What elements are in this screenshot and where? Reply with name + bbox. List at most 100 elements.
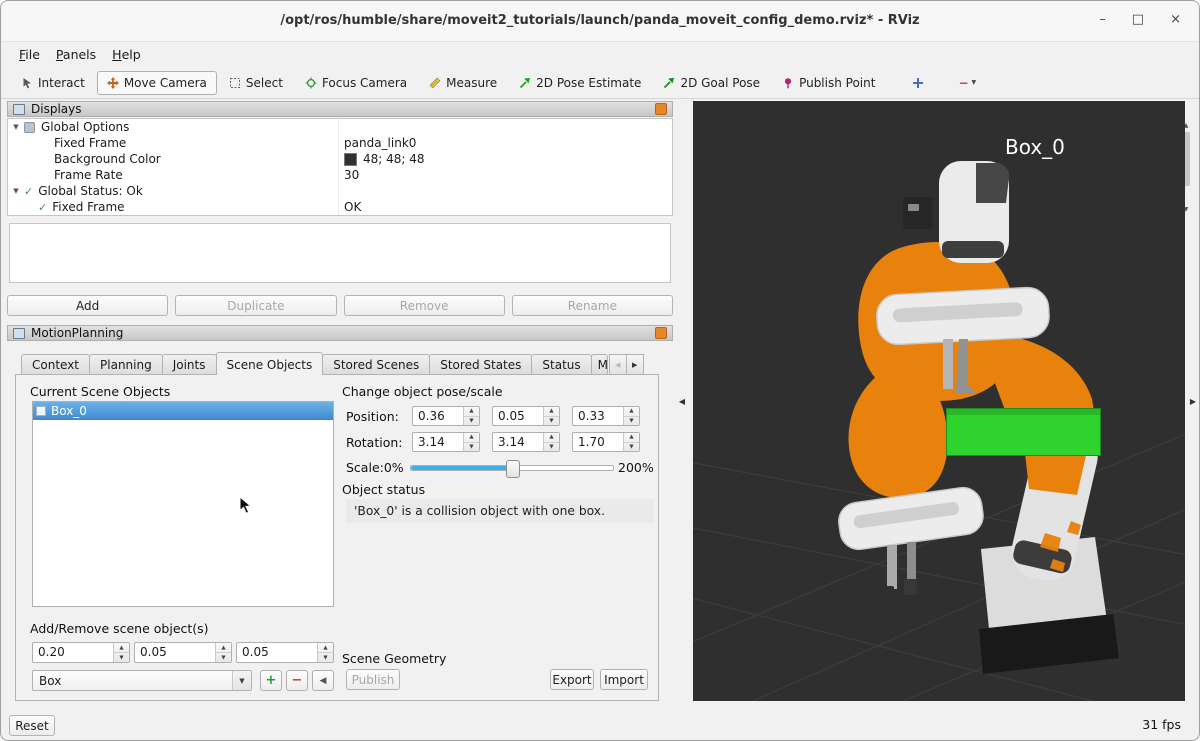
goal-pose-tool[interactable]: 2D Goal Pose (653, 71, 770, 95)
rotation-x-spinner[interactable]: 3.14 ▲▼ (412, 432, 480, 452)
dimension-y-spinner[interactable]: 0.05 ▲▼ (134, 642, 232, 663)
position-z-spinner[interactable]: 0.33 ▲▼ (572, 406, 640, 426)
position-x-spinner[interactable]: 0.36 ▲▼ (412, 406, 480, 426)
tree-row-frame-rate[interactable]: Frame Rate 30 (8, 167, 672, 183)
spin-up-icon[interactable]: ▲ (544, 407, 559, 417)
select-tool[interactable]: Select (219, 71, 293, 95)
spin-up-icon[interactable]: ▲ (216, 643, 231, 653)
spin-up-icon[interactable]: ▲ (464, 433, 479, 443)
measure-tool[interactable]: Measure (419, 71, 507, 95)
remove-tool-menu-button[interactable]: − ▼ (951, 73, 983, 93)
spin-up-icon[interactable]: ▲ (318, 643, 333, 653)
expander-icon[interactable]: ▼ (8, 187, 24, 195)
object-3d-label: Box_0 (1005, 135, 1065, 159)
close-button[interactable]: × (1170, 12, 1181, 27)
spin-down-icon[interactable]: ▼ (544, 443, 559, 452)
dimension-x-spinner[interactable]: 0.20 ▲▼ (32, 642, 130, 663)
menubar: File Panels Help (1, 41, 1199, 67)
collapse-left-panel-icon[interactable]: ◀ (676, 393, 688, 409)
pose-estimate-label: 2D Pose Estimate (536, 76, 641, 90)
import-button[interactable]: Import (600, 669, 648, 690)
menu-panels[interactable]: Panels (48, 44, 104, 65)
spin-down-icon[interactable]: ▼ (114, 653, 129, 662)
spin-down-icon[interactable]: ▼ (624, 417, 639, 426)
list-item-box0[interactable]: Box_0 (33, 402, 333, 420)
tab-status[interactable]: Status (531, 354, 591, 375)
shape-dropdown[interactable]: Box ▼ (32, 670, 252, 691)
collision-box (946, 408, 1101, 456)
spin-down-icon[interactable]: ▼ (624, 443, 639, 452)
focus-camera-tool[interactable]: Focus Camera (295, 71, 417, 95)
tab-scene-objects[interactable]: Scene Objects (216, 352, 324, 375)
fps-counter: 31 fps (1142, 717, 1181, 732)
pose-estimate-icon (519, 77, 531, 89)
load-object-button[interactable]: ◀ (312, 670, 334, 691)
slider-handle[interactable] (506, 460, 520, 478)
position-label: Position: (346, 409, 399, 424)
3d-viewport[interactable]: Box_0 (693, 101, 1185, 701)
rotation-z-spinner[interactable]: 1.70 ▲▼ (572, 432, 640, 452)
add-tool-button[interactable] (905, 73, 931, 93)
background-color-value[interactable]: 48; 48; 48 (338, 151, 672, 167)
menu-file[interactable]: File (11, 44, 48, 65)
tree-row-background-color[interactable]: Background Color 48; 48; 48 (8, 151, 672, 167)
add-tool-icon (912, 77, 924, 89)
interact-tool[interactable]: Interact (11, 71, 95, 95)
spin-down-icon[interactable]: ▼ (544, 417, 559, 426)
spin-up-icon[interactable]: ▲ (624, 433, 639, 443)
tab-stored-scenes[interactable]: Stored Scenes (322, 354, 430, 375)
spin-down-icon[interactable]: ▼ (464, 443, 479, 452)
tree-row-global-status[interactable]: ▼ ✓ Global Status: Ok (8, 183, 672, 199)
current-scene-objects-label: Current Scene Objects (30, 384, 170, 399)
spin-up-icon[interactable]: ▲ (114, 643, 129, 653)
frame-rate-value[interactable]: 30 (338, 167, 672, 183)
remove-tool-icon: − (958, 77, 968, 89)
add-object-button[interactable]: + (260, 670, 282, 691)
spin-up-icon[interactable]: ▲ (544, 433, 559, 443)
menu-help[interactable]: Help (104, 44, 149, 65)
panel-detach-icon[interactable] (655, 103, 667, 115)
measure-icon (429, 77, 441, 89)
position-y-spinner[interactable]: 0.05 ▲▼ (492, 406, 560, 426)
remove-object-button[interactable]: − (286, 670, 308, 691)
scale-slider[interactable] (410, 465, 614, 471)
add-display-button[interactable]: Add (7, 295, 168, 316)
tab-manipulation-truncated[interactable]: M (591, 354, 608, 375)
tab-planning[interactable]: Planning (89, 354, 163, 375)
displays-panel-title: Displays (31, 102, 81, 116)
maximize-button[interactable]: □ (1132, 12, 1144, 27)
spin-down-icon[interactable]: ▼ (216, 653, 231, 662)
move-camera-tool[interactable]: Move Camera (97, 71, 217, 95)
minimize-button[interactable]: – (1099, 12, 1106, 27)
tab-stored-states[interactable]: Stored States (429, 354, 532, 375)
fixed-frame-value[interactable]: panda_link0 (338, 135, 672, 151)
displays-panel-header[interactable]: Displays (7, 101, 673, 117)
pose-estimate-tool[interactable]: 2D Pose Estimate (509, 71, 651, 95)
reset-button[interactable]: Reset (9, 715, 55, 736)
collapse-right-panel-icon[interactable]: ▶ (1187, 393, 1199, 409)
publish-point-tool[interactable]: Publish Point (772, 71, 885, 95)
scene-objects-pane: Current Scene Objects Box_0 Change objec… (15, 374, 659, 701)
mouse-cursor (239, 496, 252, 515)
tab-context[interactable]: Context (21, 354, 90, 375)
tab-scroll-right-icon[interactable]: ▶ (626, 354, 644, 375)
expander-icon[interactable]: ▼ (8, 123, 24, 131)
display-description-area (9, 223, 671, 283)
tree-row-fixed-frame[interactable]: Fixed Frame panda_link0 (8, 135, 672, 151)
spin-down-icon[interactable]: ▼ (464, 417, 479, 426)
rotation-y-spinner[interactable]: 3.14 ▲▼ (492, 432, 560, 452)
spin-up-icon[interactable]: ▲ (624, 407, 639, 417)
tree-row-status-fixed-frame[interactable]: ✓ Fixed Frame OK (8, 199, 672, 215)
panel-detach-icon[interactable] (655, 327, 667, 339)
dimension-z-spinner[interactable]: 0.05 ▲▼ (236, 642, 334, 663)
scene-objects-list[interactable]: Box_0 (32, 401, 334, 607)
scale-min-label: Scale:0% (346, 460, 404, 475)
tree-row-global-options[interactable]: ▼ Global Options (8, 119, 672, 135)
tab-joints[interactable]: Joints (162, 354, 217, 375)
scale-max-label: 200% (618, 460, 654, 475)
motionplanning-panel-header[interactable]: MotionPlanning (7, 325, 673, 341)
spin-up-icon[interactable]: ▲ (464, 407, 479, 417)
spin-down-icon[interactable]: ▼ (318, 653, 333, 662)
interact-label: Interact (38, 76, 85, 90)
export-button[interactable]: Export (550, 669, 594, 690)
